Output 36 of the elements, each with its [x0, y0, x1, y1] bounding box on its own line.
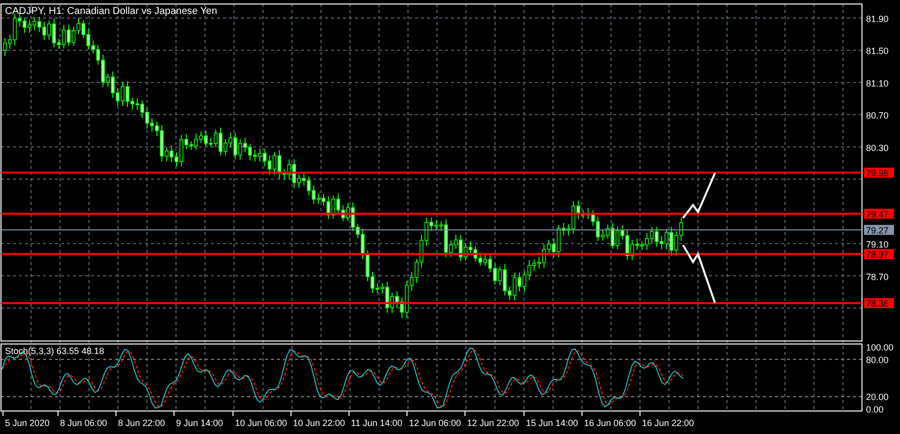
horizontal-line[interactable] — [1, 253, 862, 256]
indicator-scale-label: 20.00 — [866, 392, 889, 402]
horizontal-line[interactable] — [1, 302, 862, 304]
current-price-tag: 79.27 — [864, 224, 894, 236]
forecast-down-line — [682, 244, 716, 304]
time-label: 9 Jun 14:00 — [176, 418, 224, 428]
price-label: 78.70 — [866, 272, 889, 282]
level-price-tag: 78.97 — [864, 249, 894, 260]
horizontal-line[interactable] — [1, 212, 862, 215]
time-label: 16 Jun 22:00 — [642, 418, 694, 428]
price-label: 81.50 — [866, 46, 889, 56]
level-price-tag: 79.98 — [864, 168, 894, 178]
forecast-up-line — [682, 172, 716, 219]
time-label: 10 Jun 06:00 — [235, 418, 288, 428]
horizontal-line[interactable] — [1, 172, 862, 174]
time-label: 8 Jun 06:00 — [60, 418, 108, 428]
price-label: 81.10 — [866, 78, 889, 88]
time-label: 12 Jun 06:00 — [409, 418, 462, 428]
time-label: 12 Jun 22:00 — [467, 418, 520, 428]
time-label: 11 Jun 14:00 — [351, 418, 402, 428]
level-price-tag: 79.47 — [864, 208, 894, 220]
time-label: 15 Jun 14:00 — [526, 418, 578, 428]
level-price-tag: 78.36 — [864, 298, 894, 309]
price-label: 79.10 — [866, 240, 889, 250]
price-label: 81.90 — [866, 14, 889, 24]
indicator-scale-label: 100.00 — [866, 342, 894, 352]
time-label: 5 Jun 2020 — [5, 418, 50, 428]
indicator-title: Stoch(5,3,3) 63.55 48.18 — [5, 346, 104, 356]
time-label: 8 Jun 22:00 — [118, 418, 166, 428]
chart-title: CADJPY, H1: Canadian Dollar vs Japanese Yen — [5, 6, 218, 17]
price-label: 80.70 — [866, 110, 889, 121]
time-label: 16 Jun 06:00 — [584, 418, 636, 428]
indicator-scale-label: 0.00 — [866, 404, 884, 414]
time-label: 10 Jun 22:00 — [293, 418, 346, 428]
price-label: 80.30 — [866, 142, 889, 153]
indicator-scale-label: 80.00 — [866, 354, 889, 365]
